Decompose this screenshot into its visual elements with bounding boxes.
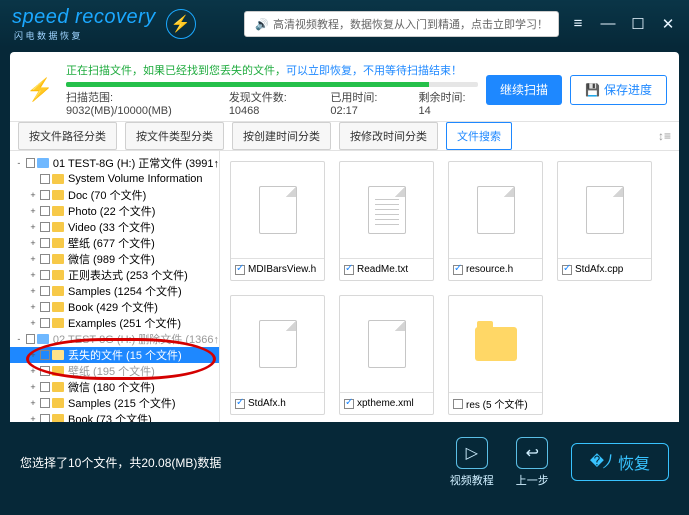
back-button[interactable]: ↩ 上一步 — [516, 437, 549, 488]
file-checkbox[interactable] — [453, 265, 463, 275]
brand-subtitle: 闪 电 数 据 恢 复 — [14, 29, 156, 42]
document-icon — [259, 186, 297, 234]
tree-node[interactable]: +Doc (70 个文件) — [10, 187, 219, 203]
brand-text: speed recovery — [12, 6, 156, 29]
tree-node[interactable]: +丢失的文件 (15 个文件) — [10, 347, 219, 363]
recover-icon: �⵰ — [590, 453, 612, 471]
selection-status: 您选择了10个文件，共20.08(MB)数据 — [20, 454, 450, 471]
document-icon — [259, 320, 297, 368]
folder-tree[interactable]: -01 TEST-8G (H:) 正常文件 (3991↑System Volum… — [10, 151, 220, 422]
footer-bar: 您选择了10个文件，共20.08(MB)数据 ▷ 视频教程 ↩ 上一步 �⵰ 恢… — [0, 422, 689, 502]
file-grid: MDIBarsView.h ReadMe.txt resource.h StdAfx.… — [220, 151, 679, 422]
scan-icon: ⚡ — [22, 72, 58, 108]
speaker-icon: 🔊 — [255, 18, 269, 31]
tree-node[interactable]: +Samples (1254 个文件) — [10, 283, 219, 299]
back-icon: ↩ — [516, 437, 548, 469]
file-checkbox[interactable] — [344, 399, 354, 409]
document-icon — [368, 320, 406, 368]
document-icon — [477, 186, 515, 234]
file-checkbox[interactable] — [453, 399, 463, 409]
scan-progress — [66, 82, 478, 87]
file-checkbox[interactable] — [562, 265, 572, 275]
continue-scan-button[interactable]: 继续扫描 — [486, 75, 562, 105]
tree-node[interactable]: +Photo (22 个文件) — [10, 203, 219, 219]
tree-node[interactable]: +Video (33 个文件) — [10, 219, 219, 235]
file-item[interactable]: resource.h — [448, 161, 543, 281]
tree-node[interactable]: -02 TEST-8G (H:) 删除文件 (1366↑ — [10, 331, 219, 347]
minimize-icon[interactable]: — — [599, 15, 617, 33]
file-name: resource.h — [466, 264, 513, 275]
play-icon: ▷ — [456, 437, 488, 469]
file-item[interactable]: xptheme.xml — [339, 295, 434, 415]
logo: speed recovery 闪 电 数 据 恢 复 ⚡ — [12, 6, 244, 42]
file-checkbox[interactable] — [344, 265, 354, 275]
tree-node[interactable]: +正则表达式 (253 个文件) — [10, 267, 219, 283]
tree-node[interactable]: System Volume Information — [10, 171, 219, 187]
file-name: res (5 个文件) — [466, 396, 528, 411]
menu-icon[interactable]: ≡ — [569, 15, 587, 33]
tree-node[interactable]: +Book (73 个文件) — [10, 411, 219, 422]
file-checkbox[interactable] — [235, 265, 245, 275]
save-icon: 💾 — [585, 83, 600, 97]
tree-node[interactable]: +Examples (251 个文件) — [10, 315, 219, 331]
file-item[interactable]: res (5 个文件) — [448, 295, 543, 415]
lightning-icon: ⚡ — [166, 9, 196, 39]
scan-message: 正在扫描文件，如果已经找到您丢失的文件，可以立即恢复，不用等待扫描结束！ — [66, 62, 478, 78]
tab-search[interactable]: 文件搜索 — [446, 122, 512, 150]
window-controls: ≡ — ☐ ✕ — [569, 15, 677, 33]
tab-created[interactable]: 按创建时间分类 — [232, 122, 331, 150]
file-name: MDIBarsView.h — [248, 264, 316, 275]
document-icon — [586, 186, 624, 234]
recover-button[interactable]: �⵰ 恢复 — [571, 443, 669, 481]
save-progress-button[interactable]: 💾保存进度 — [570, 75, 667, 105]
maximize-icon[interactable]: ☐ — [629, 15, 647, 33]
tutorial-tip-button[interactable]: 🔊 高清视频教程，数据恢复从入门到精通，点击立即学习！ — [244, 11, 559, 37]
file-checkbox[interactable] — [235, 399, 245, 409]
folder-icon — [475, 327, 517, 361]
category-tabs: 按文件路径分类 按文件类型分类 按创建时间分类 按修改时间分类 文件搜索 ↕≡ — [10, 121, 679, 151]
file-name: xptheme.xml — [357, 398, 414, 409]
tree-node[interactable]: +Samples (215 个文件) — [10, 395, 219, 411]
tree-node[interactable]: +微信 (989 个文件) — [10, 251, 219, 267]
video-tutorial-button[interactable]: ▷ 视频教程 — [450, 437, 494, 488]
main-panel: ⚡ 正在扫描文件，如果已经找到您丢失的文件，可以立即恢复，不用等待扫描结束！ 扫… — [10, 52, 679, 422]
document-icon — [368, 186, 406, 234]
file-item[interactable]: StdAfx.cpp — [557, 161, 652, 281]
tutorial-tip-text: 高清视频教程，数据恢复从入门到精通，点击立即学习！ — [273, 16, 548, 32]
scan-status-bar: ⚡ 正在扫描文件，如果已经找到您丢失的文件，可以立即恢复，不用等待扫描结束！ 扫… — [10, 52, 679, 121]
titlebar: speed recovery 闪 电 数 据 恢 复 ⚡ 🔊 高清视频教程，数据… — [0, 0, 689, 48]
tree-node[interactable]: +Book (429 个文件) — [10, 299, 219, 315]
file-name: ReadMe.txt — [357, 264, 408, 275]
close-icon[interactable]: ✕ — [659, 15, 677, 33]
tab-type[interactable]: 按文件类型分类 — [125, 122, 224, 150]
tree-node[interactable]: -01 TEST-8G (H:) 正常文件 (3991↑ — [10, 155, 219, 171]
tree-node[interactable]: +壁纸 (195 个文件) — [10, 363, 219, 379]
file-item[interactable]: ReadMe.txt — [339, 161, 434, 281]
tree-node[interactable]: +微信 (180 个文件) — [10, 379, 219, 395]
file-name: StdAfx.cpp — [575, 264, 623, 275]
tab-path[interactable]: 按文件路径分类 — [18, 122, 117, 150]
tree-node[interactable]: +壁纸 (677 个文件) — [10, 235, 219, 251]
file-name: StdAfx.h — [248, 398, 286, 409]
file-item[interactable]: MDIBarsView.h — [230, 161, 325, 281]
file-item[interactable]: StdAfx.h — [230, 295, 325, 415]
tab-modified[interactable]: 按修改时间分类 — [339, 122, 438, 150]
tab-settings-icon[interactable]: ↕≡ — [658, 129, 671, 143]
